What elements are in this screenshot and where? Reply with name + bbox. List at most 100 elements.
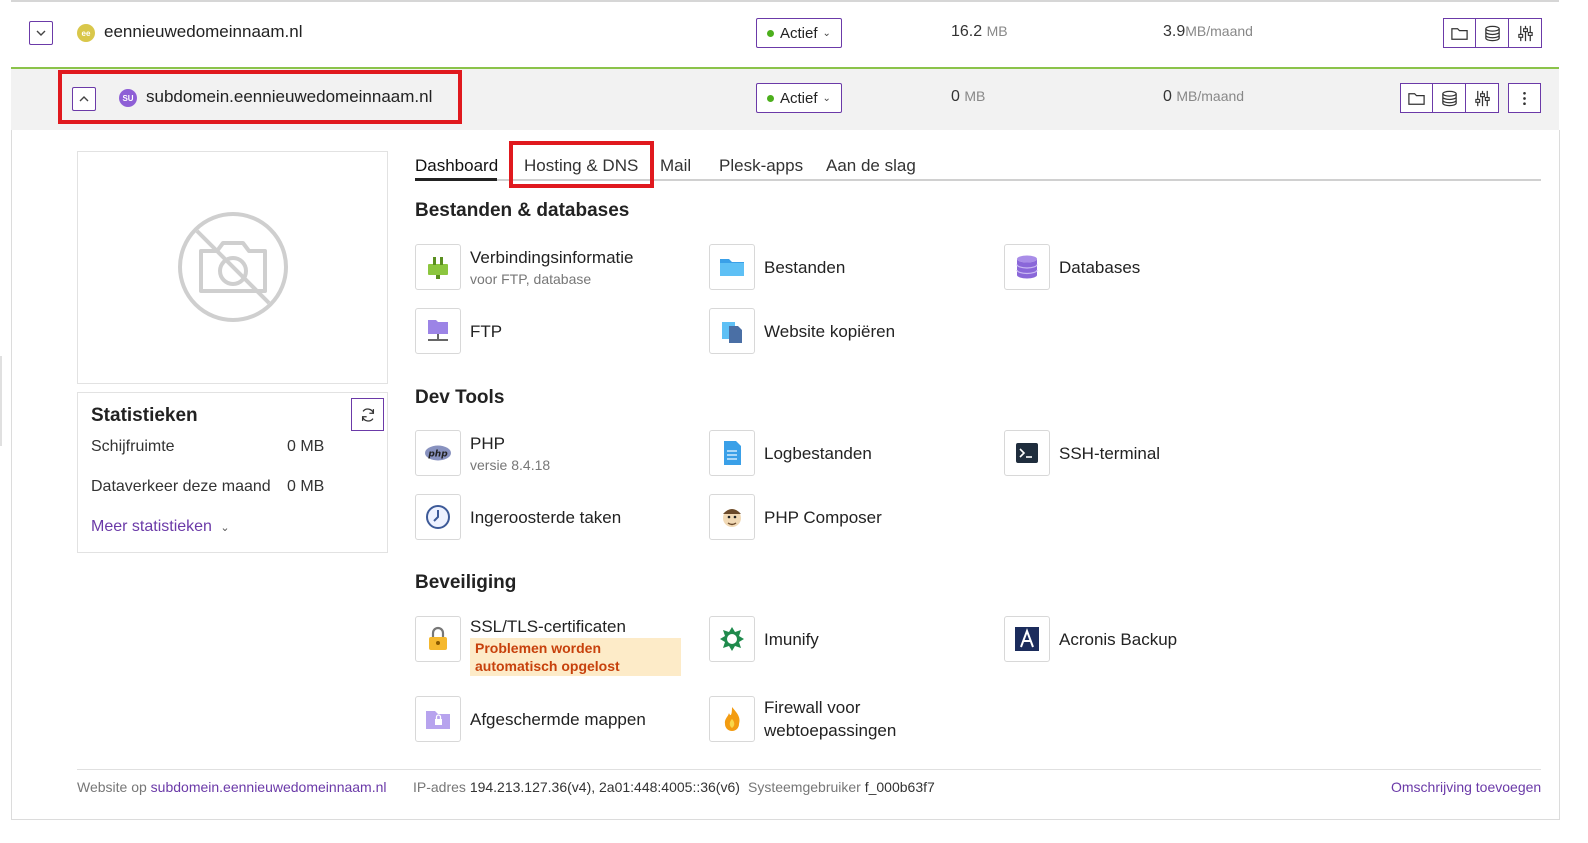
plug-icon: [415, 244, 461, 290]
footer-ip-value: 194.213.127.36(v4), 2a01:448:4005::36(v6…: [469, 779, 740, 795]
tool-acronis-backup[interactable]: Acronis Backup: [1004, 616, 1177, 662]
collapse-toggle-button[interactable]: [72, 87, 96, 111]
subdomain-avatar-icon: SU: [119, 89, 137, 107]
disk-usage-value: 16.2: [951, 23, 983, 40]
tool-label: Imunify: [764, 629, 819, 649]
more-statistics-link[interactable]: Meer statistieken ⌄: [91, 518, 230, 536]
tool-label: Verbindingsinformatie: [470, 247, 634, 267]
tool-label: FTP: [470, 321, 503, 341]
tab-dashboard[interactable]: Dashboard: [415, 156, 498, 176]
folder-icon: [1408, 92, 1425, 105]
tab-aan-de-slag[interactable]: Aan de slag: [826, 156, 916, 176]
tool-label-block: Verbindingsinformatie voor FTP, database: [470, 246, 633, 289]
tool-ftp[interactable]: FTP: [415, 308, 502, 354]
more-options-button[interactable]: [1508, 83, 1541, 113]
tool-log-files[interactable]: Logbestanden: [709, 430, 872, 476]
tool-connection-info[interactable]: Verbindingsinformatie voor FTP, database: [415, 244, 633, 290]
tool-php-composer[interactable]: PHP Composer: [709, 494, 882, 540]
traffic-usage: 3.9MB/maand: [1163, 23, 1253, 41]
more-statistics-label: Meer statistieken: [91, 518, 212, 535]
disk-space-value: 0 MB: [287, 438, 325, 455]
traffic-label: Dataverkeer deze maand: [91, 478, 271, 495]
databases-button[interactable]: [1476, 18, 1509, 48]
traffic-value: 3.9: [1163, 23, 1186, 40]
tool-label-block: SSL/TLS-certificaten Problemen worden au…: [470, 615, 681, 676]
tool-label: Databases: [1059, 257, 1141, 277]
no-preview-camera-icon: [178, 212, 288, 322]
footer-divider: [77, 769, 1541, 770]
disk-usage-unit: MB: [964, 88, 986, 104]
section-title-security: Beveiliging: [415, 572, 517, 593]
settings-button[interactable]: [1466, 83, 1499, 113]
add-description-link[interactable]: Omschrijving toevoegen: [1391, 779, 1541, 795]
tool-label: Website kopiëren: [764, 321, 896, 341]
active-tab-indicator: [415, 178, 497, 181]
log-file-icon: [709, 430, 755, 476]
tab-hosting-dns[interactable]: Hosting & DNS: [524, 156, 638, 176]
footer-add-description[interactable]: Omschrijving toevoegen: [1391, 779, 1541, 795]
plug-icon-graphic: [428, 257, 448, 279]
footer-website: Website op subdomein.eennieuwedomeinnaam…: [77, 779, 387, 795]
section-title-files: Bestanden & databases: [415, 200, 630, 221]
database-icon: [1004, 244, 1050, 290]
tab-mail[interactable]: Mail: [660, 156, 691, 176]
website-preview: [77, 151, 388, 384]
traffic-value: 0 MB: [287, 478, 325, 495]
lock-icon-graphic: [429, 626, 447, 650]
clock-icon-graphic: [426, 505, 450, 529]
terminal-icon: [1004, 430, 1050, 476]
lock-icon: [415, 616, 461, 662]
tool-sublabel: versie 8.4.18: [470, 456, 551, 473]
row-actions: [1400, 83, 1499, 113]
tool-scheduled-tasks[interactable]: Ingeroosterde taken: [415, 494, 621, 540]
tool-copy-website[interactable]: Website kopiëren: [709, 308, 895, 354]
tool-label: PHP: [470, 433, 505, 453]
tool-label: Ingeroosterde taken: [470, 507, 622, 527]
chevron-down-icon: [36, 30, 46, 36]
ssl-warning-badge: Problemen worden automatisch opgelost: [470, 638, 681, 676]
refresh-statistics-button[interactable]: [351, 398, 384, 431]
status-dropdown[interactable]: Actief ⌄: [756, 18, 842, 48]
tool-protected-folders[interactable]: Afgeschermde mappen: [415, 696, 646, 742]
tool-label: Acronis Backup: [1059, 629, 1178, 649]
subdomain-name-link[interactable]: subdomein.eennieuwedomeinnaam.nl: [146, 87, 432, 107]
tool-files[interactable]: Bestanden: [709, 244, 845, 290]
status-label: Actief: [780, 24, 818, 42]
tool-label: Bestanden: [764, 257, 846, 277]
tool-label: SSH-terminal: [1059, 443, 1161, 463]
settings-button[interactable]: [1509, 18, 1542, 48]
file-manager-button[interactable]: [1400, 83, 1433, 113]
domain-name-link[interactable]: eennieuwedomeinnaam.nl: [104, 22, 302, 42]
status-label: Actief: [780, 89, 818, 107]
expand-toggle-button[interactable]: [29, 21, 53, 45]
tab-plesk-apps[interactable]: Plesk-apps: [719, 156, 803, 176]
footer-user-label: Systeemgebruiker: [748, 779, 861, 795]
databases-button[interactable]: [1433, 83, 1466, 113]
protected-folder-icon: [415, 696, 461, 742]
status-dot: [767, 94, 774, 102]
traffic-unit: MB/maand: [1176, 88, 1245, 104]
tool-php[interactable]: php PHP versie 8.4.18: [415, 430, 550, 476]
ftp-icon-graphic: [428, 320, 448, 341]
file-manager-button[interactable]: [1443, 18, 1476, 48]
imunify-icon: [709, 616, 755, 662]
tool-databases[interactable]: Databases: [1004, 244, 1140, 290]
folder-icon: [709, 244, 755, 290]
status-dropdown[interactable]: Actief ⌄: [756, 83, 842, 113]
chevron-down-icon: ⌄: [822, 27, 831, 39]
footer-user-value: f_000b63f7: [864, 779, 935, 795]
tool-ssh-terminal[interactable]: SSH-terminal: [1004, 430, 1160, 476]
chevron-up-icon: [79, 96, 89, 102]
traffic-usage: 0 MB/maand: [1163, 88, 1244, 106]
tool-ssl-certificates[interactable]: SSL/TLS-certificaten Problemen worden au…: [415, 616, 681, 676]
traffic-unit: MB/maand: [1185, 23, 1253, 39]
protected-folder-graphic: [426, 711, 450, 729]
footer-website-link[interactable]: subdomein.eennieuwedomeinnaam.nl: [151, 779, 387, 795]
tool-web-app-firewall[interactable]: Firewall voor webtoepassingen: [709, 696, 914, 742]
tool-label: Logbestanden: [764, 443, 872, 463]
tool-imunify[interactable]: Imunify: [709, 616, 819, 662]
tool-label: SSL/TLS-certificaten: [470, 617, 626, 636]
traffic-value: 0: [1163, 88, 1172, 105]
chevron-down-icon: ⌄: [220, 522, 230, 534]
svg-text:php: php: [427, 450, 448, 460]
